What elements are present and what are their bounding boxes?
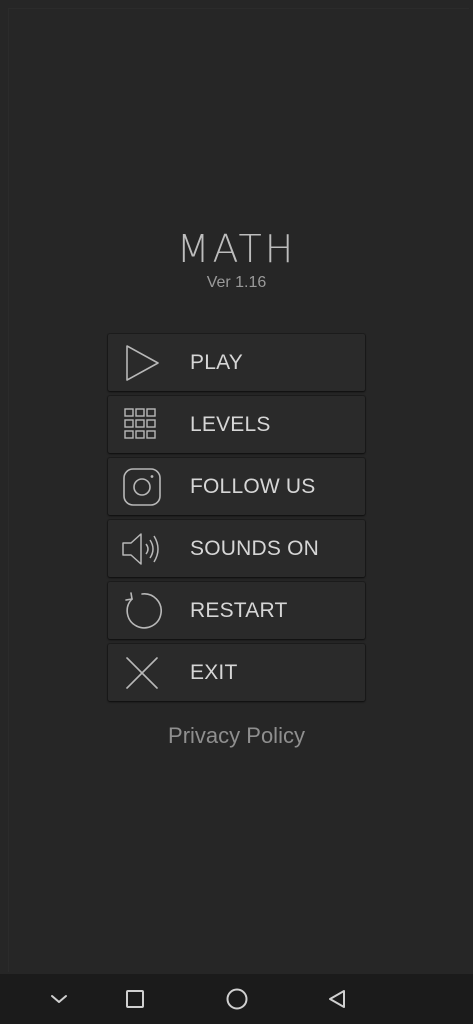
back-triangle-icon [326, 988, 348, 1010]
nav-back-button[interactable] [312, 974, 362, 1024]
instagram-icon [122, 467, 162, 507]
privacy-policy-link[interactable]: Privacy Policy [0, 722, 473, 750]
recents-square-icon [124, 988, 146, 1010]
app-title: MATH [176, 227, 297, 271]
restart-icon [122, 591, 162, 631]
follow-us-button[interactable]: FOLLOW US [108, 458, 365, 515]
sounds-toggle-button[interactable]: SOUNDS ON [108, 520, 365, 577]
grid-icon [122, 405, 162, 445]
main-menu: PLAY LEVELS FOLLOW US SOUNDS ON RESTART … [108, 334, 365, 706]
home-circle-icon [225, 987, 249, 1011]
system-nav-bar [0, 974, 473, 1024]
levels-label: LEVELS [190, 413, 271, 436]
exit-button[interactable]: EXIT [108, 644, 365, 701]
play-label: PLAY [190, 351, 243, 374]
play-button[interactable]: PLAY [108, 334, 365, 391]
version-label: Ver 1.16 [206, 274, 267, 291]
play-icon [122, 343, 162, 383]
nav-recents-button[interactable] [110, 974, 160, 1024]
exit-label: EXIT [190, 661, 238, 684]
nav-home-button[interactable] [212, 974, 262, 1024]
chevron-down-icon [49, 989, 69, 1009]
levels-button[interactable]: LEVELS [108, 396, 365, 453]
restart-label: RESTART [190, 599, 288, 622]
close-icon [122, 653, 162, 693]
nav-hide-button[interactable] [34, 974, 84, 1024]
app-screen: MATH Ver 1.16 PLAY LEVELS FOLLOW US SOUN… [0, 0, 473, 974]
speaker-icon [122, 529, 162, 569]
follow-us-label: FOLLOW US [190, 475, 316, 498]
sounds-label: SOUNDS ON [190, 537, 319, 560]
restart-button[interactable]: RESTART [108, 582, 365, 639]
